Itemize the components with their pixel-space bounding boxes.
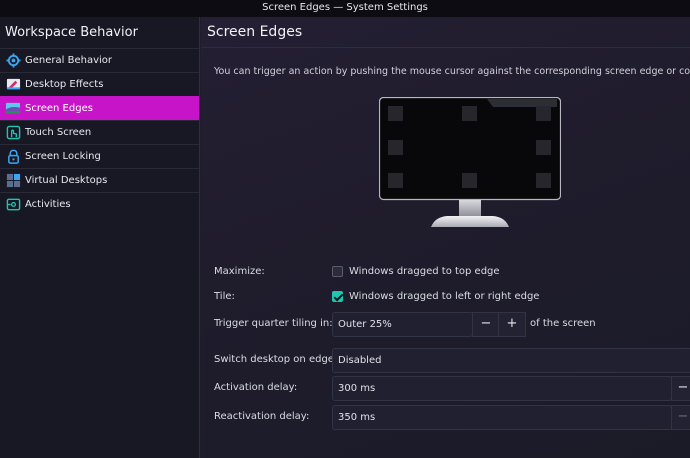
edge-slot-bottom-right[interactable] bbox=[536, 173, 551, 188]
maximize-checkbox[interactable] bbox=[332, 266, 343, 277]
description-text: You can trigger an action by pushing the… bbox=[214, 66, 690, 77]
sidebar-item-general-behavior[interactable]: General Behavior bbox=[0, 48, 199, 72]
sidebar-item-label: Desktop Effects bbox=[25, 79, 104, 90]
quarter-tiling-increase-button[interactable]: + bbox=[498, 312, 526, 337]
activation-delay-decrease-button[interactable]: − bbox=[671, 376, 690, 401]
activities-icon bbox=[5, 197, 21, 213]
screen-edges-monitor-preview bbox=[379, 97, 561, 227]
screen-edges-icon bbox=[5, 101, 21, 117]
window-titlebar: Screen Edges — System Settings bbox=[0, 0, 690, 17]
sidebar-item-screen-locking[interactable]: Screen Locking bbox=[0, 144, 199, 168]
edge-slot-bottom-left[interactable] bbox=[388, 173, 403, 188]
reactivation-delay-input[interactable]: 350 ms bbox=[332, 405, 672, 430]
window-title: Screen Edges — System Settings bbox=[262, 2, 428, 13]
tile-checkbox[interactable] bbox=[332, 291, 343, 302]
activation-delay-input[interactable]: 300 ms bbox=[332, 376, 672, 401]
sidebar-item-screen-edges[interactable]: Screen Edges bbox=[0, 96, 199, 120]
reactivation-delay-decrease-button[interactable]: − bbox=[671, 405, 690, 430]
switch-desktop-select[interactable]: Disabled bbox=[332, 348, 690, 373]
sidebar-item-label: Touch Screen bbox=[25, 127, 92, 138]
edge-slot-top-left[interactable] bbox=[388, 106, 403, 121]
sidebar-item-label: Activities bbox=[25, 199, 71, 210]
sidebar-item-touch-screen[interactable]: Touch Screen bbox=[0, 120, 199, 144]
quarter-tiling-decrease-button[interactable]: − bbox=[472, 312, 500, 337]
maximize-checkbox-label[interactable]: Windows dragged to top edge bbox=[349, 266, 500, 277]
tile-label: Tile: bbox=[214, 291, 235, 302]
edge-slot-top[interactable] bbox=[462, 106, 477, 121]
reactivation-delay-label: Reactivation delay: bbox=[214, 411, 310, 422]
quarter-tiling-suffix: of the screen bbox=[530, 318, 596, 329]
sidebar-item-virtual-desktops[interactable]: Virtual Desktops bbox=[0, 168, 199, 192]
edge-slot-left[interactable] bbox=[388, 140, 403, 155]
switch-desktop-label: Switch desktop on edge: bbox=[214, 354, 338, 365]
edge-slot-bottom[interactable] bbox=[462, 173, 477, 188]
sidebar-item-label: Screen Edges bbox=[25, 103, 93, 114]
sidebar-item-label: General Behavior bbox=[25, 55, 112, 66]
lock-icon bbox=[5, 149, 21, 165]
sidebar-title: Workspace Behavior bbox=[5, 25, 138, 40]
gear-icon bbox=[5, 53, 21, 69]
sidebar: Workspace Behavior General Behavior Desk… bbox=[0, 17, 200, 458]
tile-checkbox-label[interactable]: Windows dragged to left or right edge bbox=[349, 291, 539, 302]
quarter-tiling-input[interactable]: Outer 25% bbox=[332, 312, 473, 337]
desktop-effects-icon bbox=[5, 77, 21, 93]
activation-delay-label: Activation delay: bbox=[214, 382, 298, 393]
edge-slot-top-right[interactable] bbox=[536, 106, 551, 121]
sidebar-item-activities[interactable]: Activities bbox=[0, 192, 199, 216]
touch-icon bbox=[5, 125, 21, 141]
sidebar-item-label: Screen Locking bbox=[25, 151, 101, 162]
maximize-label: Maximize: bbox=[214, 266, 265, 277]
sidebar-item-desktop-effects[interactable]: Desktop Effects bbox=[0, 72, 199, 96]
virtual-desktops-icon bbox=[5, 173, 21, 189]
page-title: Screen Edges bbox=[201, 17, 690, 48]
main-panel: Screen Edges You can trigger an action b… bbox=[201, 17, 690, 458]
edge-slot-right[interactable] bbox=[536, 140, 551, 155]
quarter-tiling-label: Trigger quarter tiling in: bbox=[214, 318, 333, 329]
sidebar-item-label: Virtual Desktops bbox=[25, 175, 108, 186]
